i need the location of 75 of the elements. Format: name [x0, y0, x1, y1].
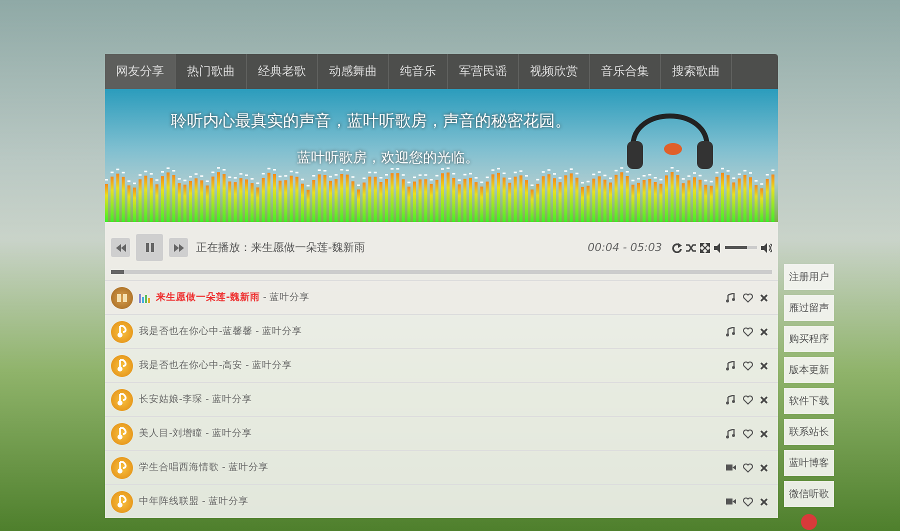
song-source: - 蓝叶分享: [205, 394, 252, 405]
song-source: - 蓝叶分享: [202, 496, 248, 507]
music-note-icon[interactable]: [726, 326, 736, 336]
video-camera-icon[interactable]: [726, 462, 736, 472]
music-note-icon: [111, 354, 133, 376]
music-note-icon: [111, 388, 133, 410]
volume-slider[interactable]: [725, 246, 757, 249]
pause-button[interactable]: [136, 234, 163, 261]
song-row[interactable]: 学生合唱西海情歌 - 蓝叶分享: [105, 450, 778, 484]
close-icon[interactable]: [760, 498, 768, 506]
heart-icon[interactable]: [743, 462, 753, 472]
music-note-icon[interactable]: [726, 394, 736, 404]
song-title: 来生愿做一朵莲-魏新雨: [156, 292, 260, 303]
song-source: - 蓝叶分享: [262, 292, 310, 303]
song-row[interactable]: 我是否也在你心中-蓝馨馨 - 蓝叶分享: [105, 314, 778, 348]
nav-tab[interactable]: 网友分享: [105, 54, 176, 89]
song-title: 学生合唱西海情歌: [139, 462, 219, 473]
heart-icon[interactable]: [743, 326, 753, 336]
side-menu-link[interactable]: 微信听歌: [784, 481, 834, 507]
side-menu-link[interactable]: 蓝叶博客: [784, 450, 834, 476]
side-menu-link[interactable]: 联系站长: [784, 419, 834, 445]
song-source: - 蓝叶分享: [245, 360, 292, 371]
rewind-icon: [116, 244, 126, 252]
song-row[interactable]: 中年阵线联盟 - 蓝叶分享: [105, 484, 778, 518]
song-title: 我是否也在你心中-高安: [139, 360, 242, 371]
now-playing-text: 正在播放：来生愿做一朵莲-魏新雨: [196, 240, 366, 255]
heart-icon[interactable]: [743, 394, 753, 404]
volume-high-icon[interactable]: [761, 242, 772, 252]
song-title: 中年阵线联盟: [139, 496, 199, 507]
volume-low-icon[interactable]: [714, 242, 721, 252]
side-menu-link[interactable]: 软件下载: [784, 388, 834, 414]
equalizer-icon: [139, 292, 150, 302]
song-row[interactable]: 来生愿做一朵莲-魏新雨 - 蓝叶分享: [105, 280, 778, 314]
side-menu-link[interactable]: 注册用户: [784, 264, 834, 290]
close-icon[interactable]: [760, 430, 768, 438]
heart-icon[interactable]: [743, 496, 753, 506]
music-note-icon[interactable]: [726, 428, 736, 438]
music-note-icon: [111, 456, 133, 478]
close-icon[interactable]: [760, 396, 768, 404]
music-note-icon: [111, 320, 133, 342]
close-icon[interactable]: [760, 294, 768, 302]
rewind-button[interactable]: [111, 238, 130, 257]
song-row[interactable]: 长安姑娘-李琛 - 蓝叶分享: [105, 382, 778, 416]
song-row[interactable]: 美人目-刘增瞳 - 蓝叶分享: [105, 416, 778, 450]
forward-button[interactable]: [169, 238, 188, 257]
heart-icon[interactable]: [743, 428, 753, 438]
heart-icon[interactable]: [743, 360, 753, 370]
banner-headline: 聆听内心最真实的声音，蓝叶听歌房，声音的秘密花园。: [171, 111, 571, 132]
song-title: 美人目-刘增瞳: [139, 428, 202, 439]
side-menu-link[interactable]: 雁过留声: [784, 295, 834, 321]
music-note-icon[interactable]: [726, 360, 736, 370]
pause-icon: [146, 243, 154, 252]
side-menu-link[interactable]: 购买程序: [784, 326, 834, 352]
banner-welcome: 蓝叶听歌房，欢迎您的光临。: [297, 149, 479, 167]
close-icon[interactable]: [760, 328, 768, 336]
pause-disc-icon: [111, 286, 133, 308]
heart-icon[interactable]: [743, 292, 753, 302]
close-icon[interactable]: [760, 464, 768, 472]
side-menu-link[interactable]: 版本更新: [784, 357, 834, 383]
fullscreen-icon[interactable]: [700, 242, 710, 252]
shuffle-icon[interactable]: [686, 242, 696, 252]
song-source: - 蓝叶分享: [222, 462, 268, 473]
track-time: 00:04 - 05:03: [588, 241, 662, 254]
song-row[interactable]: 我是否也在你心中-高安 - 蓝叶分享: [105, 348, 778, 382]
video-camera-icon[interactable]: [726, 496, 736, 506]
forward-icon: [174, 244, 184, 252]
music-note-icon: [111, 490, 133, 512]
song-source: - 蓝叶分享: [255, 326, 302, 337]
music-note-icon: [111, 422, 133, 444]
close-icon[interactable]: [760, 362, 768, 370]
repeat-icon[interactable]: [672, 242, 682, 252]
song-title: 长安姑娘-李琛: [139, 394, 202, 405]
song-source: - 蓝叶分享: [205, 428, 252, 439]
song-title: 我是否也在你心中-蓝馨馨: [139, 326, 252, 337]
music-note-icon[interactable]: [726, 292, 736, 302]
